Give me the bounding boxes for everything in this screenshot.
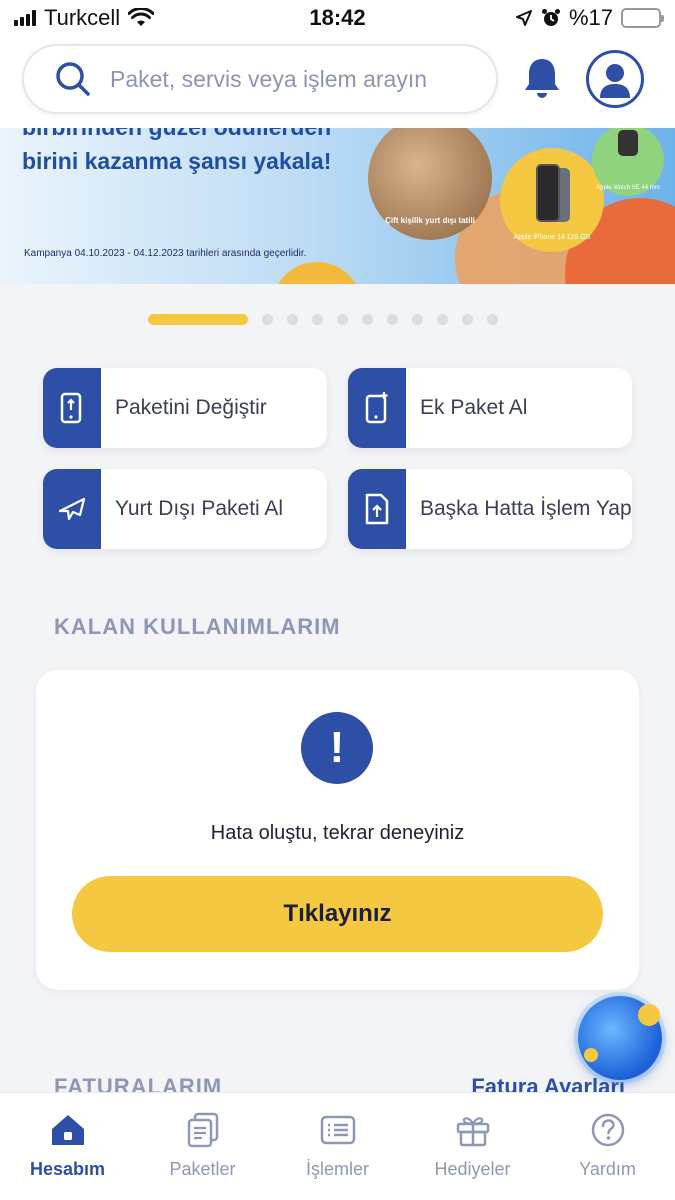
nav-item-account[interactable]: Hesabım bbox=[0, 1093, 135, 1200]
help-icon bbox=[591, 1113, 624, 1147]
carrier-name: Turkcell bbox=[44, 5, 121, 30]
home-icon bbox=[51, 1115, 84, 1145]
pager-dot[interactable] bbox=[487, 314, 498, 325]
assistant-button[interactable] bbox=[578, 996, 662, 1080]
change-package-button[interactable]: Paketini Değiştir bbox=[43, 368, 327, 448]
abroad-package-button[interactable]: Yurt Dışı Paketi Al bbox=[43, 469, 327, 549]
nav-item-packages[interactable]: Paketler bbox=[135, 1093, 270, 1200]
banner-decoration bbox=[272, 262, 362, 284]
campaign-banner[interactable]: birbirinden güzel ödüllerden birini kaza… bbox=[0, 128, 675, 284]
banner-headline-main: birini kazanma şansı yakala! bbox=[22, 148, 332, 174]
nav-item-help[interactable]: Yardım bbox=[540, 1093, 675, 1200]
retry-button[interactable]: Tıklayınız bbox=[72, 876, 603, 952]
pager-dot[interactable] bbox=[287, 314, 298, 325]
prize-watch-label: Apple Watch SE 44 mm bbox=[596, 185, 660, 191]
extra-package-button[interactable]: Ek Paket Al bbox=[348, 368, 632, 448]
nav-label: Hediyeler bbox=[434, 1159, 511, 1179]
assistant-decoration bbox=[584, 1048, 598, 1062]
quick-action-label: Yurt Dışı Paketi Al bbox=[115, 497, 284, 520]
pager-dot[interactable] bbox=[437, 314, 448, 325]
nav-label: Hesabım bbox=[29, 1159, 106, 1179]
pager-dot-active[interactable] bbox=[148, 314, 248, 325]
other-line-button[interactable]: Başka Hatta İşlem Yap bbox=[348, 469, 632, 549]
error-icon: ! bbox=[301, 712, 373, 784]
search-input[interactable] bbox=[110, 65, 470, 93]
phone-swap-icon bbox=[60, 392, 82, 424]
prize-watch: Apple Watch SE 44 mm bbox=[592, 128, 664, 196]
banner-pager[interactable] bbox=[148, 314, 498, 325]
status-bar: Turkcell 18:42 %17 bbox=[0, 0, 675, 36]
list-icon bbox=[320, 1115, 355, 1145]
battery-percent: %17 bbox=[568, 5, 613, 30]
nav-item-gifts[interactable]: Hediyeler bbox=[405, 1093, 540, 1200]
pager-dot[interactable] bbox=[412, 314, 423, 325]
prize-holiday: Çift kişilik yurt dışı tatili bbox=[368, 128, 492, 240]
user-icon bbox=[600, 64, 630, 98]
banner-headline: birbirinden güzel ödüllerden birini kaza… bbox=[22, 128, 331, 178]
nav-label: Paketler bbox=[169, 1159, 236, 1179]
pager-dot[interactable] bbox=[262, 314, 273, 325]
notifications-button[interactable] bbox=[522, 56, 562, 100]
quick-action-label: Başka Hatta İşlem Yap bbox=[420, 497, 632, 520]
watch-image bbox=[618, 130, 638, 156]
bottom-navigation: Hesabım Paketler İşlemler Hediyeler Yard… bbox=[0, 1092, 675, 1200]
gift-icon bbox=[456, 1117, 489, 1147]
phone-plus-icon bbox=[365, 392, 388, 424]
usage-card: ! Hata oluştu, tekrar deneyiniz Tıklayın… bbox=[36, 670, 639, 990]
location-icon bbox=[515, 10, 532, 26]
battery-icon bbox=[621, 8, 664, 28]
quick-action-icon-box bbox=[43, 469, 101, 549]
assistant-decoration bbox=[638, 1004, 660, 1026]
nav-label: Yardım bbox=[579, 1159, 636, 1179]
alarm-icon bbox=[541, 9, 560, 26]
quick-action-label: Paketini Değiştir bbox=[115, 396, 267, 419]
quick-action-label: Ek Paket Al bbox=[420, 396, 528, 419]
wifi-icon bbox=[128, 8, 155, 26]
phone-image bbox=[536, 164, 560, 222]
search-icon bbox=[56, 62, 90, 96]
banner-note: Kampanya 04.10.2023 - 04.12.2023 tarihle… bbox=[24, 248, 307, 259]
prize-holiday-label: Çift kişilik yurt dışı tatili bbox=[385, 216, 475, 225]
prize-iphone-label: Apple iPhone 14 128 GB bbox=[513, 234, 591, 241]
packages-icon bbox=[187, 1112, 218, 1148]
error-message: Hata oluştu, tekrar deneyiniz bbox=[210, 822, 465, 844]
bell-icon bbox=[525, 59, 559, 98]
airplane-icon bbox=[58, 497, 86, 521]
prize-iphone: Apple iPhone 14 128 GB bbox=[500, 148, 604, 252]
nav-item-transactions[interactable]: İşlemler bbox=[270, 1093, 405, 1200]
pager-dot[interactable] bbox=[312, 314, 323, 325]
search-bar[interactable] bbox=[22, 44, 498, 114]
pager-dot[interactable] bbox=[362, 314, 373, 325]
profile-button[interactable] bbox=[586, 50, 644, 108]
banner-headline-top: birbirinden güzel ödüllerden bbox=[22, 128, 331, 144]
quick-action-icon-box bbox=[348, 469, 406, 549]
upload-doc-icon bbox=[365, 493, 389, 525]
pager-dot[interactable] bbox=[337, 314, 348, 325]
usage-section-title: KALAN KULLANIMLARIM bbox=[54, 614, 341, 639]
status-left: Turkcell bbox=[14, 5, 155, 31]
status-right: %17 bbox=[515, 5, 664, 31]
quick-action-icon-box bbox=[348, 368, 406, 448]
quick-action-icon-box bbox=[43, 368, 101, 448]
app-header bbox=[0, 36, 675, 128]
pager-dot[interactable] bbox=[387, 314, 398, 325]
pager-dot[interactable] bbox=[462, 314, 473, 325]
nav-label: İşlemler bbox=[305, 1159, 369, 1179]
signal-icon bbox=[14, 10, 36, 26]
